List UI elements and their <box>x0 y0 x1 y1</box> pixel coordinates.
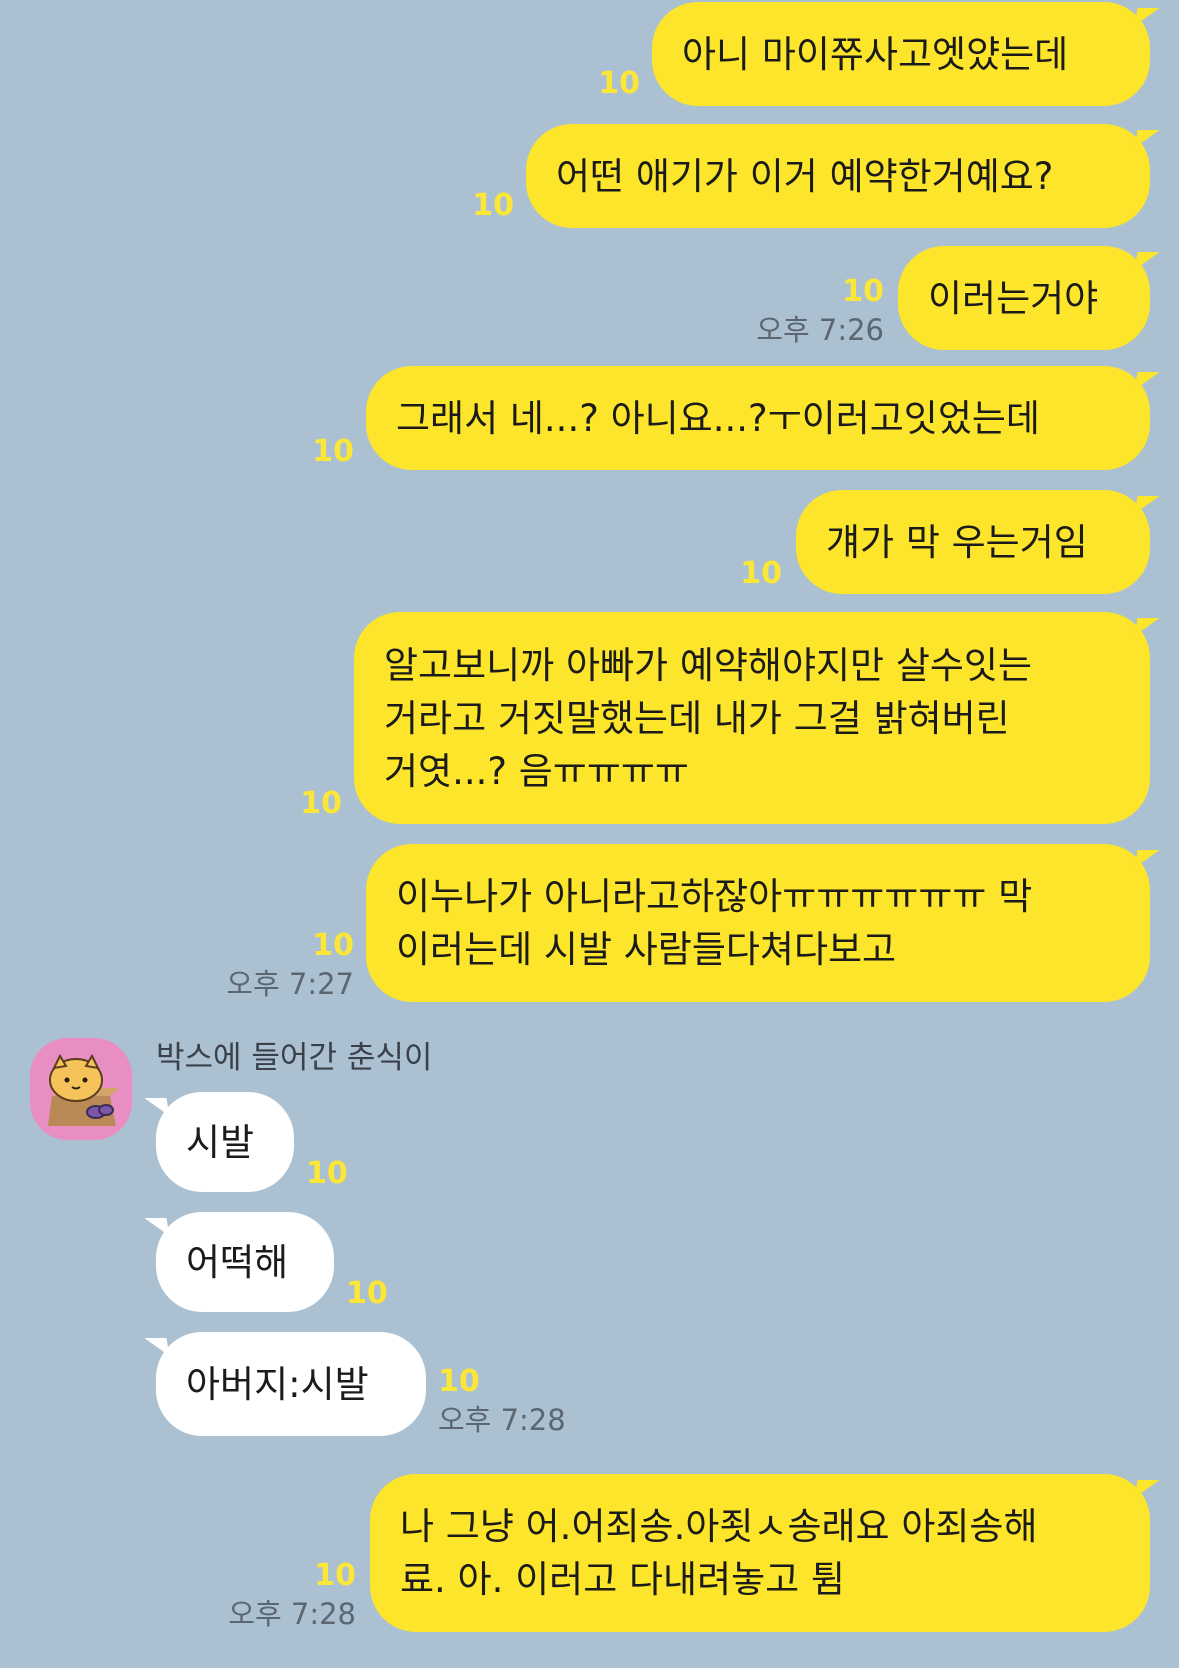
message-bubble-other[interactable]: 시발 <box>144 1092 294 1192</box>
bubble-tail <box>1134 850 1160 868</box>
bubble-tail <box>1134 618 1160 636</box>
bubble-tail <box>1134 8 1160 26</box>
bubble-tail <box>1134 372 1160 390</box>
message-bubble-mine[interactable]: 알고보니까 아빠가 예약해야지만 살수잇는 거라고 거짓말했는데 내가 그걸 밝… <box>354 612 1160 824</box>
bubble-tail <box>144 1338 170 1356</box>
message-text: 그래서 네...? 아니요...?ㅜ이러고잇었는데 <box>396 396 1040 440</box>
unread-count: 10 <box>300 786 342 821</box>
message-time: 오후 7:26 <box>756 313 884 347</box>
unread-count: 10 <box>472 188 514 223</box>
unread-count: 10 <box>842 274 884 309</box>
message-text: 어떤 애기가 이거 예약한거예요? <box>556 154 1054 198</box>
bubble-tail <box>144 1098 170 1116</box>
message-text: 알고보니까 아빠가 예약해야지만 살수잇는 거라고 거짓말했는데 내가 그걸 밝… <box>384 643 1033 793</box>
unread-count: 10 <box>740 556 782 591</box>
message-bubble-other[interactable]: 아버지:시발 <box>144 1332 426 1436</box>
bubble-tail <box>1134 130 1160 148</box>
message-text: 시발 <box>186 1120 255 1164</box>
unread-count: 10 <box>306 1156 348 1191</box>
message-text: 아버지:시발 <box>186 1362 369 1406</box>
chunsik-in-box-icon <box>30 1038 132 1140</box>
unread-count: 10 <box>314 1558 356 1593</box>
message-time: 오후 7:27 <box>226 967 354 1001</box>
chunsik-avatar[interactable] <box>30 1038 132 1140</box>
unread-count: 10 <box>598 66 640 101</box>
message-bubble-mine[interactable]: 아니 마이쮸사고엣얐는데 <box>652 2 1160 106</box>
message-bubble-mine[interactable]: 이누나가 아니라고하잖아ㅠㅠㅠㅠㅠㅠ 막 이러는데 시발 사람들다쳐다보고 <box>366 844 1160 1002</box>
message-time: 오후 7:28 <box>228 1597 356 1631</box>
bubble-tail <box>1134 496 1160 514</box>
message-text: 이누나가 아니라고하잖아ㅠㅠㅠㅠㅠㅠ 막 이러는데 시발 사람들다쳐다보고 <box>396 875 1033 971</box>
message-text: 이러는거야 <box>928 276 1099 320</box>
sender-name: 박스에 들어간 춘식이 <box>156 1040 433 1076</box>
message-text: 걔가 막 우는거임 <box>826 520 1088 564</box>
unread-count: 10 <box>312 434 354 469</box>
bubble-tail <box>1134 252 1160 270</box>
unread-count: 10 <box>312 928 354 963</box>
message-time: 오후 7:28 <box>438 1403 566 1437</box>
unread-count: 10 <box>438 1364 480 1399</box>
message-text: 나 그냥 어.어죄송.아죗ㅅ송래요 아죄송해 료. 아. 이러고 다내려놓고 튐 <box>400 1505 1038 1601</box>
bubble-tail <box>1134 1480 1160 1498</box>
message-bubble-mine[interactable]: 그래서 네...? 아니요...?ㅜ이러고잇었는데 <box>366 366 1160 470</box>
message-bubble-mine[interactable]: 이러는거야 <box>898 246 1160 350</box>
message-text: 아니 마이쮸사고엣얐는데 <box>682 32 1069 76</box>
message-bubble-other[interactable]: 어떡해 <box>144 1212 334 1312</box>
unread-count: 10 <box>346 1276 388 1311</box>
bubble-tail <box>144 1218 170 1236</box>
message-bubble-mine[interactable]: 어떤 애기가 이거 예약한거예요? <box>526 124 1160 228</box>
message-bubble-mine[interactable]: 나 그냥 어.어죄송.아죗ㅅ송래요 아죄송해 료. 아. 이러고 다내려놓고 튐 <box>370 1474 1160 1632</box>
message-text: 어떡해 <box>186 1240 289 1284</box>
message-bubble-mine[interactable]: 걔가 막 우는거임 <box>796 490 1160 594</box>
